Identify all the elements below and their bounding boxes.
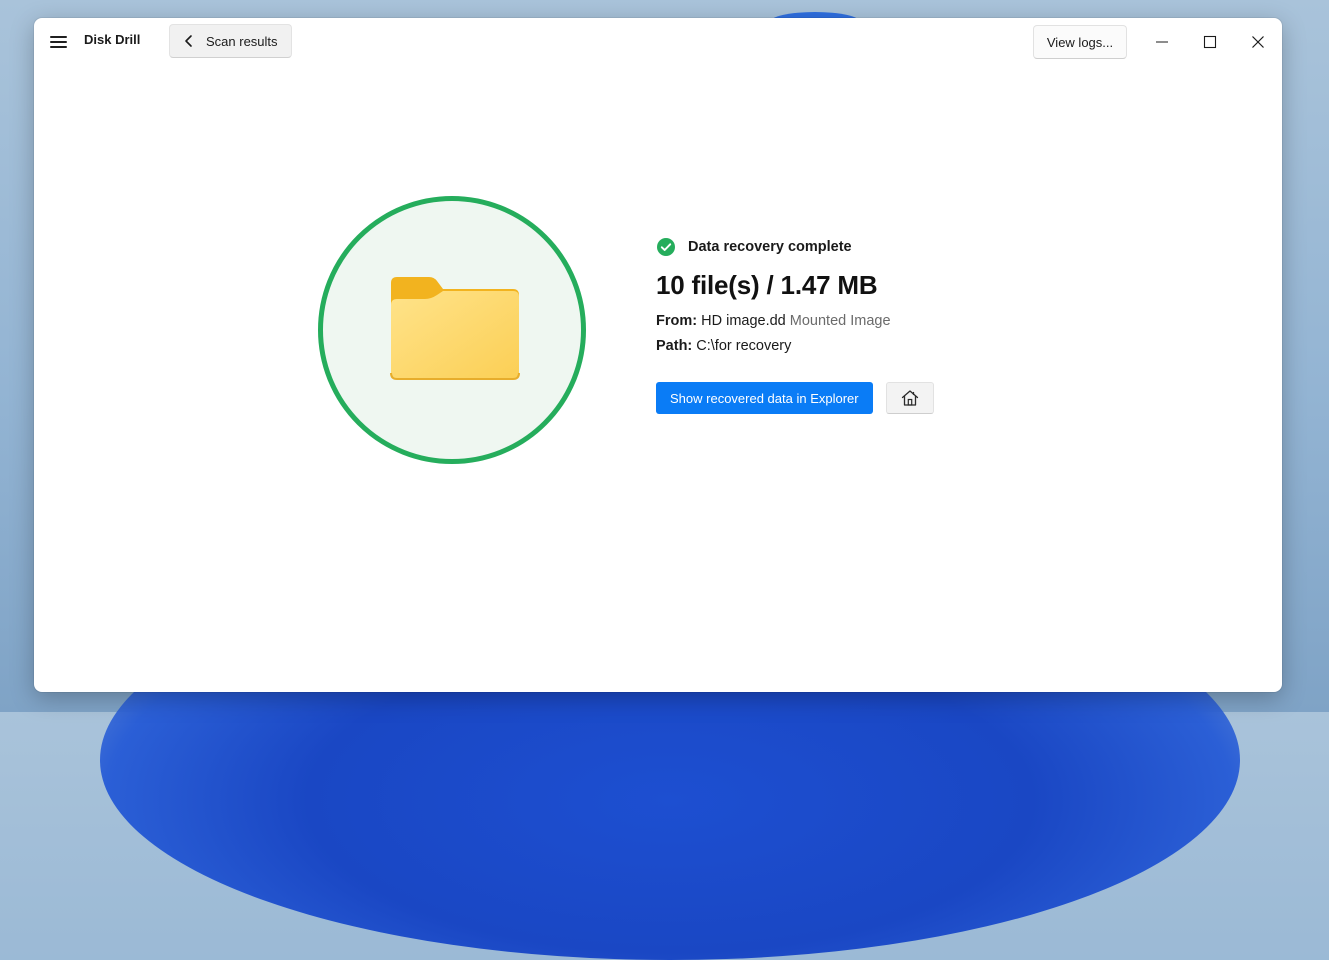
close-button[interactable] — [1243, 28, 1273, 56]
back-button-label: Scan results — [206, 33, 278, 49]
show-in-explorer-button[interactable]: Show recovered data in Explorer — [656, 382, 873, 414]
path-label: Path: — [656, 338, 693, 354]
maximize-icon — [1203, 35, 1217, 49]
chevron-left-icon — [185, 35, 192, 47]
from-value: HD image.dd — [701, 313, 786, 329]
home-icon — [901, 390, 918, 406]
app-title: Disk Drill — [84, 32, 141, 47]
folder-icon — [390, 277, 520, 380]
minimize-button[interactable] — [1147, 28, 1177, 56]
maximize-button[interactable] — [1195, 28, 1225, 56]
home-button[interactable] — [885, 382, 934, 414]
action-row: Show recovered data in Explorer — [656, 382, 934, 414]
title-bar: Disk Drill Scan results View logs... — [34, 18, 1282, 68]
back-to-scan-results-button[interactable]: Scan results — [169, 24, 292, 58]
check-circle-icon — [657, 238, 675, 256]
path-row: Path: C:\for recovery — [656, 338, 934, 354]
source-row: From: HD image.dd Mounted Image — [656, 313, 934, 329]
path-value: C:\for recovery — [696, 338, 792, 354]
app-window: Disk Drill Scan results View logs... Dat… — [34, 18, 1282, 692]
recovery-summary: 10 file(s) / 1.47 MB — [656, 270, 878, 300]
from-label: From: — [656, 313, 698, 329]
status-row: Data recovery complete — [656, 236, 934, 258]
recovery-complete-illustration — [318, 196, 586, 464]
from-type: Mounted Image — [789, 313, 891, 329]
minimize-icon — [1156, 41, 1168, 43]
close-icon — [1252, 36, 1264, 48]
hamburger-menu-icon[interactable] — [50, 34, 68, 50]
view-logs-button[interactable]: View logs... — [1033, 25, 1127, 59]
status-text: Data recovery complete — [688, 239, 852, 255]
recovery-info-panel: Data recovery complete 10 file(s) / 1.47… — [656, 236, 934, 414]
